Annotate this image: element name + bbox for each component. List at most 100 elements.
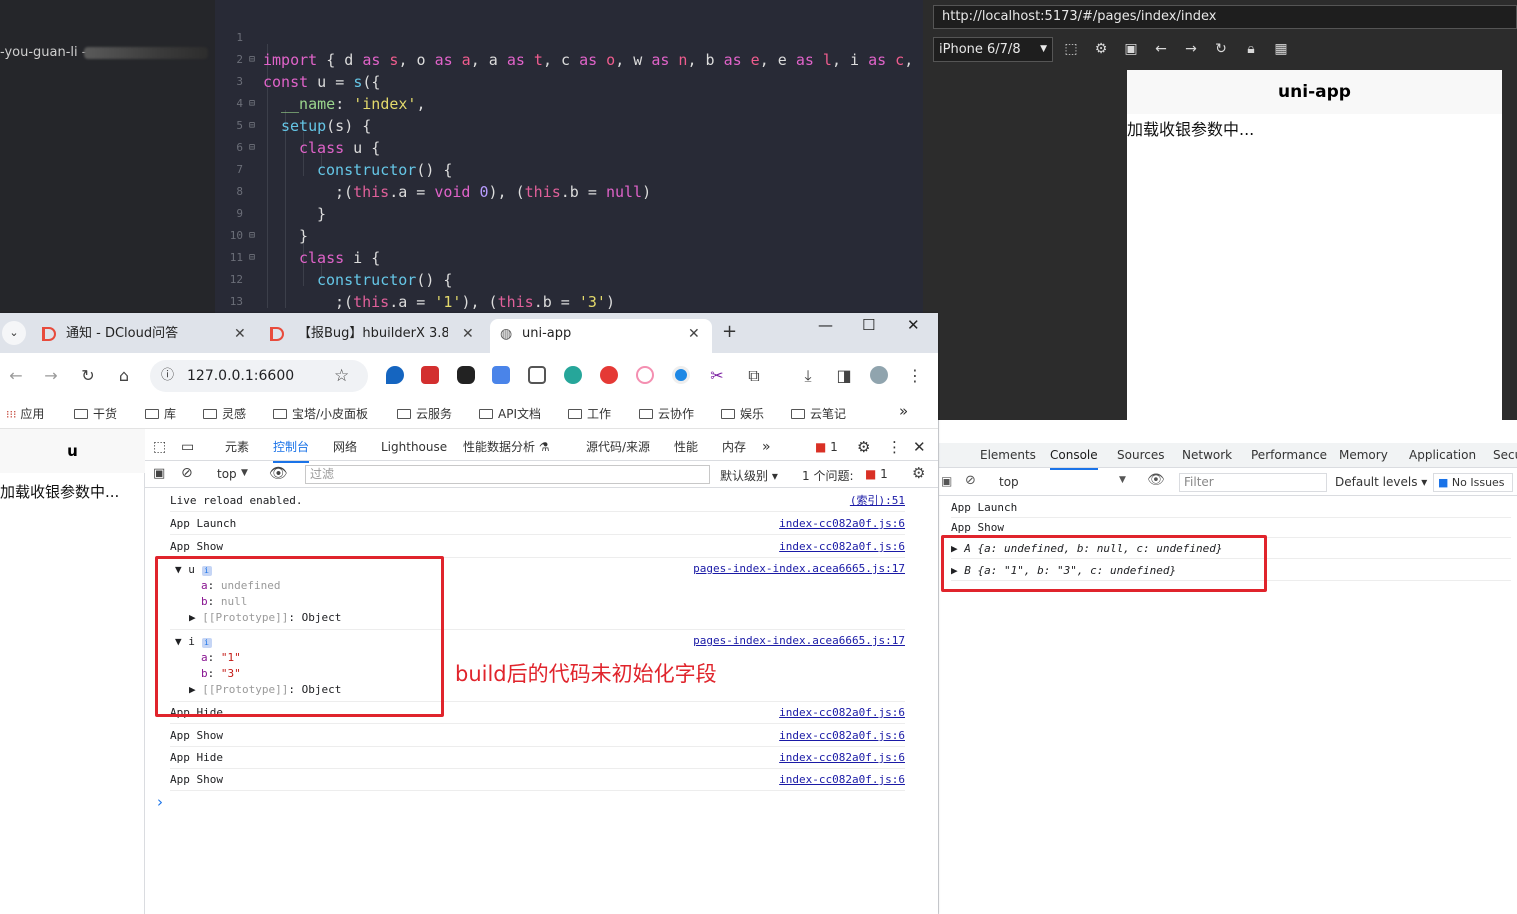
tab-sources[interactable]: 源代码/来源 [586, 433, 650, 461]
source-link[interactable]: index-cc082a0f.js:6 [779, 747, 905, 769]
issues-button[interactable]: ■ No Issues [1433, 473, 1513, 492]
extensions-puzzle-icon[interactable]: ⧉ [743, 365, 765, 387]
tab-memory[interactable]: Memory [1339, 443, 1388, 468]
tab-security[interactable]: Secu [1493, 443, 1517, 468]
tab-performance[interactable]: Performance [1251, 443, 1327, 468]
qrcode-icon[interactable]: ▦ [1272, 40, 1290, 58]
gear-icon[interactable]: ⚙ [857, 433, 870, 461]
tab-elements[interactable]: 元素 [225, 433, 249, 461]
phone-preview[interactable]: uni-app 加载收银参数中... [1127, 70, 1502, 420]
back-arrow-icon[interactable]: ← [1152, 40, 1170, 58]
extension-icon[interactable] [600, 366, 618, 384]
clear-console-icon[interactable]: ⊘ [965, 473, 976, 488]
code-editor[interactable]: 1 import { d as s, o as a, a as t, c as … [215, 0, 923, 313]
forward-icon[interactable]: → [40, 365, 62, 387]
address-bar[interactable]: ⓘ 127.0.0.1:6600 ☆ [150, 360, 368, 392]
extension-icon[interactable] [457, 366, 475, 384]
sidebar-toggle-icon[interactable]: ▣ [153, 466, 165, 481]
tab-memory[interactable]: 内存 [722, 433, 746, 461]
source-link[interactable]: (索引):51 [850, 490, 905, 512]
kebab-menu-icon[interactable]: ⋮ [887, 433, 902, 461]
tab-sources[interactable]: Sources [1117, 443, 1164, 468]
console-icon[interactable]: ▣ [1122, 40, 1140, 58]
refresh-icon[interactable]: ↻ [1212, 40, 1230, 58]
more-tabs-icon[interactable]: » [762, 433, 771, 461]
bookmark-folder[interactable]: 库 [145, 405, 176, 422]
source-link[interactable]: index-cc082a0f.js:6 [779, 536, 905, 558]
source-link[interactable]: index-cc082a0f.js:6 [779, 702, 905, 724]
extension-icon[interactable] [421, 366, 439, 384]
tab-lighthouse[interactable]: Lighthouse [381, 433, 447, 461]
issues-label[interactable]: 1 个问题: [802, 467, 854, 484]
tab-application[interactable]: Application [1409, 443, 1476, 468]
tab-console[interactable]: 控制台 [273, 433, 310, 463]
chrome-tab[interactable]: 通知 - DCloud问答 ✕ [36, 319, 254, 353]
more-menu-icon[interactable]: ⋮ [904, 365, 926, 387]
context-select[interactable]: top [999, 475, 1019, 489]
extension-icon[interactable] [528, 366, 546, 384]
home-icon[interactable]: ⌂ [113, 365, 135, 387]
avatar[interactable] [870, 366, 888, 384]
maximize-icon[interactable]: ☐ [862, 316, 875, 334]
site-info-icon[interactable]: ⓘ [161, 360, 174, 392]
device-toolbar-icon[interactable]: ▭ [181, 433, 194, 461]
window-close-icon[interactable]: ✕ [907, 316, 920, 334]
bookmark-folder[interactable]: API文档 [479, 405, 541, 422]
preview-url-input[interactable]: http://localhost:5173/#/pages/index/inde… [933, 5, 1517, 29]
issues-badge[interactable]: ■ 1 [815, 433, 838, 461]
bookmark-folder[interactable]: 云笔记 [791, 405, 846, 422]
tab-console[interactable]: Console [1050, 443, 1098, 470]
bookmark-folder[interactable]: 灵感 [203, 405, 246, 422]
bookmark-folder[interactable]: 宝塔/小皮面板 [273, 405, 368, 422]
console-settings-gear-icon[interactable]: ⚙ [912, 464, 925, 482]
forward-arrow-icon[interactable]: → [1182, 40, 1200, 58]
levels-select[interactable]: 默认级别 ▾ [720, 467, 778, 484]
issues-count[interactable]: ■ 1 [865, 467, 888, 481]
rotate-icon[interactable]: ⬚ [1062, 40, 1080, 58]
extension-icon[interactable] [672, 366, 690, 384]
eye-icon[interactable]: 👁︎ [1147, 472, 1165, 488]
gear-icon[interactable]: ⚙ [1092, 40, 1110, 58]
clear-console-icon[interactable]: ⊘ [181, 465, 193, 481]
star-icon[interactable]: ☆ [334, 360, 349, 392]
lock-icon[interactable]: 🔒︎ [1242, 40, 1260, 58]
tab-performance-insights[interactable]: 性能数据分析 ⚗ [463, 433, 550, 461]
extension-icon[interactable] [386, 366, 404, 384]
page-viewport[interactable]: u 加载收银参数中... [0, 429, 145, 914]
eye-icon[interactable]: 👁︎ [269, 464, 288, 482]
source-link[interactable]: index-cc082a0f.js:6 [779, 725, 905, 747]
bookmark-folder[interactable]: 云协作 [639, 405, 694, 422]
context-select[interactable]: top [217, 467, 237, 481]
console-filter-input[interactable]: 过滤 [305, 465, 710, 484]
close-icon[interactable]: ✕ [234, 319, 246, 349]
sidebar-project-title[interactable]: -you-guan-li - [0, 45, 86, 60]
console-filter-input[interactable]: Filter [1179, 473, 1327, 492]
source-link[interactable]: index-cc082a0f.js:6 [779, 513, 905, 535]
extension-icon[interactable] [564, 366, 582, 384]
source-link[interactable]: index-cc082a0f.js:6 [779, 769, 905, 791]
side-panel-icon[interactable]: ◨ [833, 365, 855, 387]
sidebar-toggle-icon[interactable]: ▣ [941, 474, 952, 488]
tab-search-chevron-icon[interactable]: ⌄ [2, 321, 26, 345]
chrome-tab[interactable]: 【报Bug】hbuilderX 3.8.12 ✕ [262, 319, 488, 353]
bookmark-folder[interactable]: 云服务 [397, 405, 452, 422]
more-bookmarks-icon[interactable]: » [899, 402, 908, 420]
tab-performance[interactable]: 性能 [674, 433, 698, 461]
bookmark-folder[interactable]: 干货 [74, 405, 117, 422]
extension-icon[interactable] [636, 366, 654, 384]
levels-select[interactable]: Default levels ▾ [1335, 475, 1427, 489]
close-icon[interactable]: ✕ [462, 319, 474, 349]
close-devtools-icon[interactable]: ✕ [913, 433, 926, 461]
bookmark-folder[interactable]: 娱乐 [721, 405, 764, 422]
tab-elements[interactable]: Elements [980, 443, 1036, 468]
minimize-icon[interactable]: — [818, 316, 833, 334]
console-prompt[interactable]: › [157, 793, 163, 811]
inspect-element-icon[interactable]: ⬚ [153, 433, 166, 461]
chrome-tab-active[interactable]: ◍ uni-app ✕ [490, 319, 712, 353]
translate-icon[interactable] [492, 366, 510, 384]
close-icon[interactable]: ✕ [688, 319, 700, 349]
download-icon[interactable]: ⤓ [797, 365, 819, 387]
reload-icon[interactable]: ↻ [77, 365, 99, 387]
new-tab-plus-icon[interactable]: + [722, 321, 737, 342]
tab-network[interactable]: Network [1182, 443, 1232, 468]
